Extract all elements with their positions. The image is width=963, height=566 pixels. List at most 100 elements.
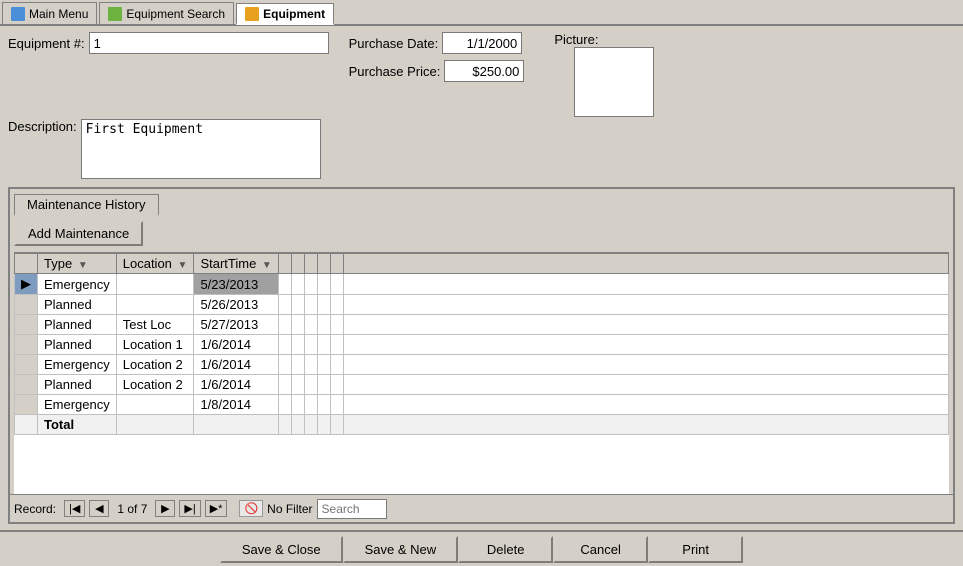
nav-filter: 🚫 No Filter	[239, 499, 386, 519]
maintenance-table-container[interactable]: Type ▼ Location ▼ StartTime ▼	[14, 252, 949, 494]
cell-location	[116, 295, 194, 315]
prev-record-button[interactable]: ◀	[89, 500, 109, 517]
purchase-price-input[interactable]	[444, 60, 524, 82]
location-sort-icon: ▼	[178, 260, 188, 271]
form-row-1: Equipment #: Purchase Date: Purchase Pri…	[8, 32, 955, 117]
tab-main-menu[interactable]: Main Menu	[2, 2, 97, 24]
cell-starttime: 1/6/2014	[194, 335, 278, 355]
cell-extra	[291, 335, 304, 355]
cell-extra	[330, 395, 343, 415]
total-location	[116, 415, 194, 435]
cell-extra	[304, 295, 317, 315]
table-row[interactable]: Planned 5/26/2013	[15, 295, 949, 315]
cell-extra	[304, 375, 317, 395]
cell-extra	[343, 274, 948, 295]
row-selector[interactable]	[15, 375, 38, 395]
cell-extra	[317, 335, 330, 355]
cell-extra	[317, 355, 330, 375]
row-selector[interactable]	[15, 315, 38, 335]
cell-extra	[278, 274, 291, 295]
cell-extra	[317, 375, 330, 395]
col-header-type[interactable]: Type ▼	[38, 254, 117, 274]
save-close-button[interactable]: Save & Close	[220, 536, 343, 563]
table-row[interactable]: PlannedTest Loc5/27/2013	[15, 315, 949, 335]
cell-extra	[291, 355, 304, 375]
search-input[interactable]	[317, 499, 387, 519]
maintenance-table: Type ▼ Location ▼ StartTime ▼	[14, 253, 949, 435]
cell-type: Planned	[38, 295, 117, 315]
delete-button[interactable]: Delete	[458, 536, 553, 563]
description-label: Description:	[8, 119, 77, 134]
tab-equipment-search-label: Equipment Search	[126, 7, 225, 21]
col-header-extra5	[330, 254, 343, 274]
row-selector[interactable]	[15, 395, 38, 415]
purchase-date-label: Purchase Date:	[349, 36, 439, 51]
cell-extra	[304, 355, 317, 375]
cell-starttime: 5/26/2013	[194, 295, 278, 315]
main-menu-icon	[11, 7, 25, 21]
table-row[interactable]: Emergency1/8/2014	[15, 395, 949, 415]
cell-type: Emergency	[38, 355, 117, 375]
save-new-button[interactable]: Save & New	[343, 536, 459, 563]
table-row[interactable]: PlannedLocation 11/6/2014	[15, 335, 949, 355]
row-selector[interactable]	[15, 355, 38, 375]
form-row-2: Description:	[8, 119, 955, 179]
purchase-date-input[interactable]	[442, 32, 522, 54]
tab-equipment[interactable]: Equipment	[236, 3, 334, 25]
row-selector[interactable]	[15, 335, 38, 355]
cell-extra	[304, 274, 317, 295]
add-maintenance-button[interactable]: Add Maintenance	[14, 221, 143, 246]
col-header-extra6	[343, 254, 948, 274]
total-selector	[15, 415, 38, 435]
equipment-num-label: Equipment #:	[8, 36, 85, 51]
new-record-button[interactable]: ▶*	[205, 500, 228, 517]
row-selector[interactable]: ▶	[15, 274, 38, 295]
cell-extra	[330, 315, 343, 335]
maintenance-history-tab-label: Maintenance History	[27, 197, 146, 212]
cell-extra	[278, 315, 291, 335]
cell-extra	[291, 315, 304, 335]
cell-type: Emergency	[38, 274, 117, 295]
next-record-button[interactable]: ▶	[155, 500, 175, 517]
picture-group: Picture:	[554, 32, 654, 117]
purchase-date-group: Purchase Date:	[349, 32, 525, 54]
cell-type: Planned	[38, 315, 117, 335]
type-sort-icon: ▼	[78, 260, 88, 271]
print-button[interactable]: Print	[648, 536, 743, 563]
table-row[interactable]: PlannedLocation 21/6/2014	[15, 375, 949, 395]
tab-equipment-label: Equipment	[263, 7, 325, 21]
cancel-button[interactable]: Cancel	[553, 536, 648, 563]
total-extra	[343, 415, 948, 435]
equipment-num-input[interactable]	[89, 32, 329, 54]
delete-label: Delete	[487, 542, 525, 557]
cell-extra	[317, 274, 330, 295]
col-header-starttime[interactable]: StartTime ▼	[194, 254, 278, 274]
col-header-location[interactable]: Location ▼	[116, 254, 194, 274]
row-selector[interactable]	[15, 295, 38, 315]
maintenance-panel: Maintenance History Add Maintenance Type…	[8, 187, 955, 524]
cell-starttime: 1/6/2014	[194, 355, 278, 375]
total-extra	[330, 415, 343, 435]
cell-extra	[343, 295, 948, 315]
total-extra	[317, 415, 330, 435]
cell-extra	[343, 395, 948, 415]
purchase-price-group: Purchase Price:	[349, 60, 525, 82]
cell-location	[116, 274, 194, 295]
first-record-button[interactable]: |◀	[64, 500, 85, 517]
col-header-extra3	[304, 254, 317, 274]
cell-extra	[278, 335, 291, 355]
last-record-button[interactable]: ▶|	[179, 500, 200, 517]
col-header-selector[interactable]	[15, 254, 38, 274]
cell-starttime: 5/23/2013	[194, 274, 278, 295]
cell-extra	[278, 375, 291, 395]
maintenance-history-tab[interactable]: Maintenance History	[14, 194, 159, 216]
main-content: Equipment #: Purchase Date: Purchase Pri…	[0, 26, 963, 530]
cell-extra	[291, 395, 304, 415]
cell-type: Planned	[38, 375, 117, 395]
table-row[interactable]: EmergencyLocation 21/6/2014	[15, 355, 949, 375]
cell-extra	[330, 355, 343, 375]
table-row[interactable]: ▶Emergency 5/23/2013	[15, 274, 949, 295]
description-input[interactable]	[81, 119, 321, 179]
description-group: Description:	[8, 119, 321, 179]
tab-equipment-search[interactable]: Equipment Search	[99, 2, 234, 24]
